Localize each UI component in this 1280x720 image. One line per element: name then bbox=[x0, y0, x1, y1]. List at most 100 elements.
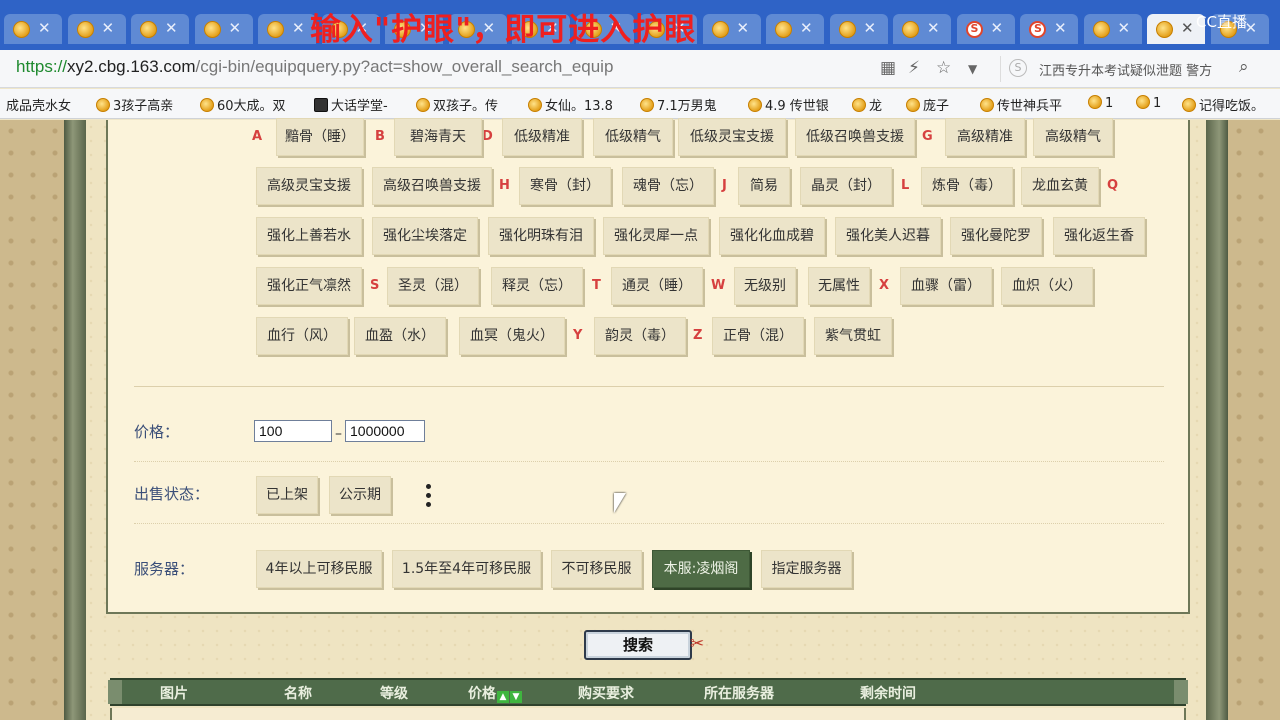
price-min-input[interactable] bbox=[254, 420, 332, 442]
attribute-filter-button[interactable]: 强化正气凛然 bbox=[256, 267, 362, 305]
attribute-filter-button[interactable]: 强化曼陀罗 bbox=[950, 217, 1042, 255]
attribute-filter-button[interactable]: 强化美人迟暮 bbox=[835, 217, 941, 255]
server-option-specified[interactable]: 指定服务器 bbox=[761, 550, 852, 588]
browser-tab[interactable]: ✕ bbox=[766, 14, 824, 44]
attribute-filter-button[interactable]: 无级别 bbox=[734, 267, 796, 305]
close-tab-icon[interactable]: ✕ bbox=[737, 19, 750, 37]
search-icon[interactable]: ⌕ bbox=[1239, 57, 1249, 77]
sort-desc-icon[interactable]: ▼ bbox=[510, 691, 522, 703]
attribute-filter-button[interactable]: 强化明珠有泪 bbox=[488, 217, 594, 255]
browser-tab[interactable]: ✕ bbox=[67, 14, 126, 44]
attribute-filter-button[interactable]: 血盈（水） bbox=[354, 317, 446, 355]
close-tab-icon[interactable]: ✕ bbox=[229, 19, 242, 37]
close-tab-icon[interactable]: ✕ bbox=[165, 19, 178, 37]
search-engine-box[interactable]: S 江西专升本考试疑似泄题 警方 ⌕ bbox=[1000, 56, 1262, 82]
bookmark-item[interactable]: 庞子 bbox=[906, 95, 949, 114]
bookmark-item[interactable]: 双孩子。传 bbox=[416, 95, 498, 114]
close-tab-icon[interactable]: ✕ bbox=[800, 19, 813, 37]
url-field[interactable]: https://xy2.cbg.163.com/cgi-bin/equipque… bbox=[16, 57, 613, 77]
attribute-filter-button[interactable]: 释灵（忘） bbox=[491, 267, 583, 305]
bookmark-item[interactable]: 记得吃饭。 bbox=[1182, 95, 1264, 114]
bookmark-item[interactable]: 60大成。双 bbox=[200, 95, 286, 114]
server-option-non-migratable[interactable]: 不可移民服 bbox=[551, 550, 642, 588]
attribute-filter-button[interactable]: 龙血玄黄 bbox=[1021, 167, 1099, 205]
attribute-filter-button[interactable]: 高级精准 bbox=[945, 118, 1025, 156]
attribute-filter-button[interactable]: 韵灵（毒） bbox=[594, 317, 686, 355]
attribute-filter-button[interactable]: 正骨（混） bbox=[712, 317, 804, 355]
attribute-filter-button[interactable]: 圣灵（混） bbox=[387, 267, 479, 305]
bookmark-item[interactable]: 龙 bbox=[852, 95, 882, 114]
attribute-filter-button[interactable]: 血冥（鬼火） bbox=[459, 317, 565, 355]
browser-tab[interactable]: ✕ bbox=[194, 14, 253, 44]
browser-tab[interactable]: ✕ bbox=[893, 14, 951, 44]
attribute-filter-button[interactable]: 血行（风） bbox=[256, 317, 348, 355]
lightning-icon[interactable]: ⚡ bbox=[908, 58, 920, 78]
attribute-filter-button[interactable]: 低级精准 bbox=[502, 118, 582, 156]
attribute-filter-button[interactable]: 血骤（雷） bbox=[900, 267, 992, 305]
browser-tab[interactable]: ✕ bbox=[956, 14, 1015, 44]
price-max-input[interactable] bbox=[345, 420, 425, 442]
browser-tab[interactable]: ✕ bbox=[131, 14, 189, 44]
dropdown-arrow-icon[interactable]: ▼ bbox=[968, 62, 977, 76]
browser-tab[interactable]: ✕ bbox=[829, 14, 888, 44]
close-tab-icon[interactable]: ✕ bbox=[38, 19, 51, 37]
bookmark-item[interactable]: 女仙。13.8 bbox=[528, 95, 613, 114]
attribute-filter-button[interactable]: 强化灵犀一点 bbox=[603, 217, 709, 255]
close-tab-icon[interactable]: ✕ bbox=[1054, 19, 1067, 37]
attribute-filter-button[interactable]: 紫气贯虹 bbox=[814, 317, 892, 355]
server-option-1-5to4[interactable]: 1.5年至4年可移民服 bbox=[392, 550, 541, 588]
attribute-filter-button[interactable]: 寒骨（封） bbox=[519, 167, 611, 205]
browser-tab[interactable]: ✕ bbox=[4, 14, 62, 44]
bookmark-item[interactable]: 大话学堂- bbox=[314, 95, 388, 114]
attribute-filter-button[interactable]: 黯骨（睡） bbox=[276, 118, 364, 156]
status-option-listed[interactable]: 已上架 bbox=[256, 476, 318, 514]
bookmark-label: 女仙。13.8 bbox=[545, 99, 613, 114]
close-tab-icon[interactable]: ✕ bbox=[991, 19, 1004, 37]
browser-tab[interactable]: ✕ bbox=[702, 14, 761, 44]
attribute-filter-button[interactable]: 低级灵宝支援 bbox=[678, 118, 786, 156]
bookmark-item[interactable]: 4.9 传世银 bbox=[748, 95, 829, 114]
favicon-icon bbox=[1092, 21, 1110, 38]
attribute-filter-button[interactable]: 简易 bbox=[738, 167, 790, 205]
sort-asc-icon[interactable]: ▲ bbox=[497, 691, 509, 703]
attribute-filter-button[interactable]: 炼骨（毒） bbox=[921, 167, 1013, 205]
server-option-4plus[interactable]: 4年以上可移民服 bbox=[256, 550, 382, 588]
close-tab-icon[interactable]: ✕ bbox=[864, 19, 877, 37]
browser-tab[interactable]: ✕ bbox=[258, 14, 316, 44]
attribute-filter-button[interactable]: 强化尘埃落定 bbox=[372, 217, 478, 255]
browser-tab[interactable]: ✕ bbox=[1083, 14, 1142, 44]
attribute-filter-button[interactable]: 高级精气 bbox=[1033, 118, 1113, 156]
close-tab-icon[interactable]: ✕ bbox=[1181, 19, 1194, 37]
search-button[interactable]: 搜索 bbox=[584, 630, 692, 660]
attribute-filter-button[interactable]: 无属性 bbox=[808, 267, 870, 305]
more-options-icon[interactable] bbox=[426, 484, 432, 512]
bookmark-item[interactable]: 传世神兵平 bbox=[980, 95, 1062, 114]
attribute-filter-button[interactable]: 低级召唤兽支援 bbox=[795, 118, 915, 156]
col-header-price[interactable]: 价格 ▲ ▼ bbox=[468, 683, 522, 703]
browser-tab[interactable]: ✕ bbox=[1020, 14, 1078, 44]
attribute-filter-button[interactable]: 强化上善若水 bbox=[256, 217, 362, 255]
attribute-filter-button[interactable]: 低级精气 bbox=[593, 118, 673, 156]
status-option-public[interactable]: 公示期 bbox=[329, 476, 391, 514]
attribute-filter-button[interactable]: 高级灵宝支援 bbox=[256, 167, 362, 205]
server-option-current[interactable]: 本服:凌烟阁 bbox=[652, 550, 750, 588]
close-tab-icon[interactable]: ✕ bbox=[102, 19, 115, 37]
bookmark-item[interactable]: 1 bbox=[1088, 95, 1113, 111]
star-icon[interactable]: ☆ bbox=[936, 58, 951, 78]
bookmark-item[interactable]: 3孩子高亲 bbox=[96, 95, 173, 114]
bookmark-item[interactable]: 7.1万男鬼 bbox=[640, 95, 717, 114]
close-tab-icon[interactable]: ✕ bbox=[292, 19, 305, 37]
bookmark-item[interactable]: 成品壳水女 bbox=[6, 95, 71, 114]
qr-code-icon[interactable]: ▦ bbox=[880, 58, 896, 78]
attribute-filter-button[interactable]: 魂骨（忘） bbox=[622, 167, 714, 205]
attribute-filter-button[interactable]: 碧海青天 bbox=[394, 118, 482, 156]
attribute-filter-button[interactable]: 高级召唤兽支援 bbox=[372, 167, 492, 205]
attribute-filter-button[interactable]: 通灵（睡） bbox=[611, 267, 703, 305]
attribute-filter-button[interactable]: 强化返生香 bbox=[1053, 217, 1145, 255]
close-tab-icon[interactable]: ✕ bbox=[927, 19, 940, 37]
bookmark-item[interactable]: 1 bbox=[1136, 95, 1161, 111]
close-tab-icon[interactable]: ✕ bbox=[1118, 19, 1131, 37]
attribute-filter-button[interactable]: 晶灵（封） bbox=[800, 167, 892, 205]
attribute-filter-button[interactable]: 血炽（火） bbox=[1001, 267, 1093, 305]
attribute-filter-button[interactable]: 强化化血成碧 bbox=[719, 217, 825, 255]
